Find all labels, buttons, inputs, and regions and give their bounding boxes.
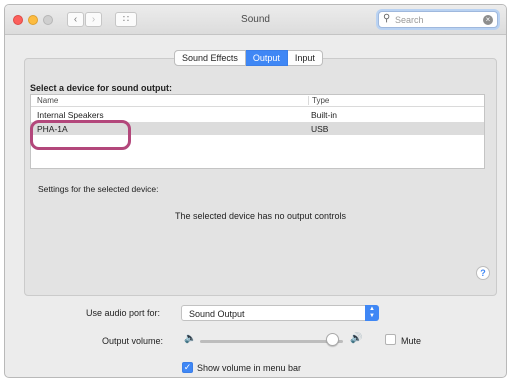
column-header-type[interactable]: Type — [308, 96, 329, 105]
highlight-callout — [30, 120, 131, 150]
help-button[interactable]: ? — [476, 266, 490, 280]
settings-heading: Settings for the selected device: — [38, 184, 159, 194]
output-volume-label: Output volume: — [102, 336, 164, 346]
tab-output[interactable]: Output — [245, 50, 288, 66]
mute-checkbox[interactable] — [385, 334, 396, 345]
volume-slider-track[interactable] — [200, 340, 343, 343]
speaker-high-icon: 🔊 — [350, 333, 363, 344]
audio-port-value: Sound Output — [189, 309, 245, 319]
up-down-arrows-icon: ▲ ▼ — [365, 305, 379, 321]
search-placeholder: Search — [395, 15, 424, 25]
title-bar: ‹ › ∷ Sound ⚲ Search × — [5, 5, 506, 35]
clear-search-icon[interactable]: × — [483, 15, 493, 25]
tab-bar: Sound Effects Output Input — [174, 50, 323, 66]
device-name: Internal Speakers — [37, 110, 104, 120]
select-device-heading: Select a device for sound output: — [30, 83, 173, 93]
search-field[interactable]: ⚲ Search × — [378, 11, 498, 28]
speaker-low-icon: 🔈 — [184, 333, 197, 344]
tab-input[interactable]: Input — [287, 50, 323, 66]
tab-sound-effects[interactable]: Sound Effects — [174, 50, 246, 66]
audio-port-label: Use audio port for: — [86, 308, 161, 318]
mute-label: Mute — [401, 336, 422, 346]
table-header: Name Type — [31, 95, 484, 107]
show-volume-label: Show volume in menu bar — [197, 363, 302, 373]
device-type: USB — [311, 124, 329, 134]
show-volume-checkbox[interactable]: ✓ — [182, 362, 193, 373]
search-icon: ⚲ — [383, 13, 391, 24]
audio-port-select[interactable]: Sound Output ▲ ▼ — [181, 305, 379, 321]
device-type: Built-in — [311, 110, 337, 120]
no-controls-message: The selected device has no output contro… — [174, 211, 347, 221]
column-header-name[interactable]: Name — [37, 96, 58, 105]
